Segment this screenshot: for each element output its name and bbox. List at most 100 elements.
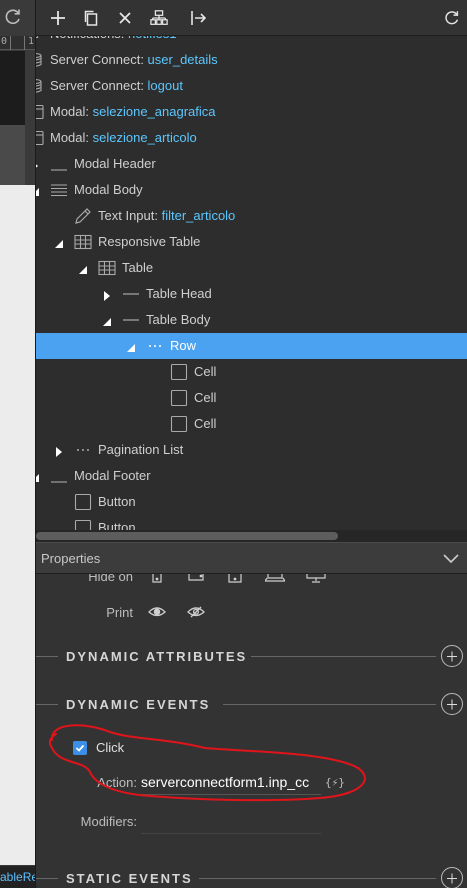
notification-icon bbox=[36, 36, 44, 43]
database-icon bbox=[36, 51, 44, 69]
structure-toolbar bbox=[36, 0, 467, 36]
dynamic-data-button[interactable]: {⚡} bbox=[325, 776, 345, 789]
chevron-down-icon[interactable] bbox=[441, 549, 461, 569]
eye-slash-icon[interactable] bbox=[187, 604, 205, 620]
tree-item-type: Modal Header bbox=[74, 156, 156, 171]
tree-item[interactable]: Cell bbox=[36, 359, 467, 385]
laptop-icon[interactable] bbox=[264, 574, 287, 586]
tree-item[interactable]: Modal Body bbox=[36, 177, 467, 203]
static-events-section: STATIC EVENTS bbox=[36, 864, 467, 888]
expand-arrow-icon[interactable] bbox=[78, 263, 88, 274]
hierarchy-icon[interactable] bbox=[147, 6, 171, 30]
properties-panel: Hide on Print DYNAMIC ATTRIBUTES DYNAMIC… bbox=[36, 574, 467, 888]
horizontal-scrollbar[interactable] bbox=[36, 530, 467, 542]
canvas-area bbox=[0, 185, 35, 865]
refresh-icon[interactable] bbox=[440, 6, 464, 30]
tree-item-type: Table bbox=[122, 260, 154, 275]
tree-item-type: Server Connect: bbox=[50, 78, 148, 93]
tree-item[interactable]: Modal Footer bbox=[36, 463, 467, 489]
tree-item-label: Modal Footer bbox=[74, 468, 151, 483]
click-event-checkbox[interactable] bbox=[73, 741, 87, 755]
tree-item-type: Notifications: bbox=[50, 36, 128, 41]
expand-arrow-icon[interactable] bbox=[126, 341, 136, 352]
tree-item[interactable]: Table Head bbox=[36, 281, 467, 307]
properties-title: Properties bbox=[41, 551, 101, 566]
eye-icon[interactable] bbox=[148, 604, 166, 620]
tree-item[interactable]: Button bbox=[36, 489, 467, 515]
tree-item[interactable]: Responsive Table bbox=[36, 229, 467, 255]
dynamic-attributes-section: DYNAMIC ATTRIBUTES bbox=[36, 642, 467, 672]
modifiers-input[interactable] bbox=[141, 812, 321, 834]
header-icon bbox=[50, 467, 68, 485]
tree-item[interactable]: Row bbox=[36, 333, 467, 359]
tree-item-name: notifies1 bbox=[128, 36, 176, 41]
header-icon bbox=[50, 155, 68, 173]
pencil-icon bbox=[74, 207, 92, 225]
tree-item-type: Table Head bbox=[146, 286, 212, 301]
dash-icon bbox=[122, 285, 140, 303]
add-dynamic-event-button[interactable] bbox=[441, 693, 463, 715]
tree-item-label: Row bbox=[170, 338, 196, 353]
move-icon[interactable] bbox=[186, 6, 210, 30]
tree-item[interactable]: Text Input: filter_articolo bbox=[36, 203, 467, 229]
tree-item[interactable]: Table Body bbox=[36, 307, 467, 333]
tree-item[interactable]: Modal: selezione_anagrafica bbox=[36, 99, 467, 125]
square-icon bbox=[170, 415, 188, 433]
tablet-portrait-icon[interactable] bbox=[227, 574, 243, 586]
tree-item[interactable]: Modal: selezione_articolo bbox=[36, 125, 467, 151]
add-static-event-button[interactable] bbox=[441, 867, 463, 888]
tree-item-type: Server Connect: bbox=[50, 52, 148, 67]
expand-arrow-icon[interactable] bbox=[36, 471, 40, 482]
expand-arrow-icon[interactable] bbox=[36, 185, 40, 196]
desktop-icon[interactable] bbox=[306, 574, 326, 586]
divider bbox=[251, 656, 436, 657]
tree-item-name: logout bbox=[147, 78, 183, 93]
add-dynamic-attribute-button[interactable] bbox=[441, 645, 463, 667]
tree-item[interactable]: Cell bbox=[36, 411, 467, 437]
tree-item[interactable]: Table bbox=[36, 255, 467, 281]
section-title: DYNAMIC ATTRIBUTES bbox=[66, 649, 248, 664]
action-input[interactable]: serverconnectform1.inp_cc bbox=[141, 769, 321, 795]
action-label: Action: bbox=[97, 775, 137, 790]
collapse-arrow-icon[interactable] bbox=[54, 445, 64, 457]
tree-item-label: Text Input: filter_articolo bbox=[98, 208, 235, 223]
expand-arrow-icon[interactable] bbox=[54, 237, 64, 248]
table-icon bbox=[74, 233, 92, 251]
tree-item[interactable]: Notifications: notifies1 bbox=[36, 36, 467, 47]
tree-item-name: filter_articolo bbox=[161, 208, 236, 223]
tree-item[interactable]: Server Connect: logout bbox=[36, 73, 467, 99]
tree-item-type: Modal: bbox=[50, 104, 93, 119]
collapse-arrow-icon[interactable] bbox=[102, 289, 112, 301]
collapse-arrow-icon[interactable] bbox=[36, 159, 40, 169]
canvas-area bbox=[0, 125, 25, 185]
tree-item[interactable]: Server Connect: user_details bbox=[36, 47, 467, 73]
expand-arrow-icon[interactable] bbox=[102, 315, 112, 326]
section-title: DYNAMIC EVENTS bbox=[66, 697, 211, 712]
tree-item-label: Table Head bbox=[146, 286, 212, 301]
copy-icon[interactable] bbox=[79, 6, 103, 30]
tree-item-label: Pagination List bbox=[98, 442, 183, 457]
refresh-icon[interactable] bbox=[3, 7, 23, 27]
tree-item[interactable]: Pagination List bbox=[36, 437, 467, 463]
tree-item-label: Modal Body bbox=[74, 182, 143, 197]
section-title: STATIC EVENTS bbox=[66, 871, 193, 886]
phone-icon[interactable] bbox=[149, 574, 165, 586]
window-icon bbox=[36, 129, 44, 147]
divider bbox=[223, 704, 436, 705]
tree-item[interactable]: Modal Header bbox=[36, 151, 467, 177]
scrollbar-thumb[interactable] bbox=[36, 532, 338, 540]
divider bbox=[36, 878, 58, 879]
divider bbox=[36, 704, 58, 705]
properties-header[interactable]: Properties bbox=[36, 542, 467, 574]
tree-item-label: Button bbox=[98, 494, 136, 509]
window-icon bbox=[36, 103, 44, 121]
add-icon[interactable] bbox=[46, 6, 70, 30]
square-icon bbox=[74, 519, 92, 530]
tablet-icon[interactable] bbox=[188, 574, 204, 586]
tree-item-type: Pagination List bbox=[98, 442, 184, 457]
tree-item[interactable]: Cell bbox=[36, 385, 467, 411]
tree-item[interactable]: Button bbox=[36, 515, 467, 530]
tree-item-name: selezione_articolo bbox=[92, 130, 197, 145]
delete-icon[interactable] bbox=[113, 6, 137, 30]
tree-item-label: Modal: selezione_anagrafica bbox=[50, 104, 216, 119]
